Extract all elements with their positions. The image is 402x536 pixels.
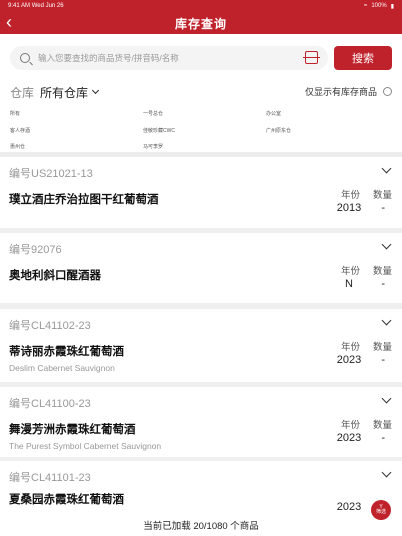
chevron-down-icon[interactable] [381, 393, 392, 404]
stock-only-label: 仅显示有库存商品 [304, 87, 377, 97]
radio-icon[interactable] [383, 87, 392, 96]
quantity-value: - [381, 354, 385, 366]
quantity-label: 数量 [372, 266, 392, 277]
year-value: 2023 [336, 432, 362, 444]
product-name: 夏桑园赤霞珠红葡萄酒 [9, 494, 124, 506]
product-card[interactable]: 编号US21021-13 璞立酒庄乔治拉图干红葡萄酒 年份 2013 数量 - [0, 157, 402, 228]
product-card[interactable]: 编号CL41100-23 舞漫芳洲赤霞珠红葡萄酒 The Purest Symb… [0, 387, 402, 457]
search-box[interactable] [10, 46, 328, 70]
year-label: 年份 [340, 342, 360, 353]
warehouse-option[interactable]: 客人存酒 [10, 127, 30, 134]
chevron-down-icon[interactable] [381, 239, 392, 250]
warehouse-option[interactable]: 办公室 [266, 110, 281, 117]
product-name: 蒂诗丽赤霞珠红葡萄酒 [9, 346, 124, 358]
product-card[interactable]: 编号CL41101-23 夏桑园赤霞珠红葡萄酒 2023 [0, 461, 402, 513]
battery-label: 100% [371, 3, 387, 9]
quantity-label: 数量 [372, 420, 392, 431]
search-panel: 搜索 仓库 所有仓库 仅显示有库存商品 所有 一号总仓 办公室 客人存酒 佳敏珍… [0, 34, 402, 152]
stock-only-toggle[interactable]: 仅显示有库存商品 [305, 85, 392, 98]
warehouse-option[interactable]: 所有 [10, 110, 20, 117]
product-name: 璞立酒庄乔治拉图干红葡萄酒 [9, 194, 159, 206]
search-button[interactable]: 搜索 [334, 46, 392, 70]
product-name-en: The Purest Symbol Cabernet Sauvignon [9, 441, 162, 451]
year-value: 2023 [336, 354, 362, 366]
page-title: 库存查询 [174, 16, 227, 31]
warehouse-selected: 所有仓库 [40, 85, 89, 100]
product-code: 编号CL41101-23 [9, 472, 91, 484]
load-status: 当前已加载 20/1080 个商品 [0, 513, 402, 536]
product-code: 编号92076 [9, 244, 62, 256]
chevron-down-icon[interactable] [381, 163, 392, 174]
year-value: N [345, 278, 353, 290]
quantity-label: 数量 [372, 342, 392, 353]
warehouse-option[interactable]: 佳敏珍藏CWC [143, 127, 175, 134]
back-arrow-icon[interactable]: ‹ [6, 13, 12, 31]
filter-label: 筛选 [375, 509, 386, 515]
quantity-label: 数量 [372, 190, 392, 201]
battery-icon: ▮ [390, 3, 394, 10]
status-time: 9:41 AM [8, 3, 31, 9]
search-icon [20, 53, 30, 63]
search-input[interactable] [38, 53, 288, 63]
status-date: Wed Jun 26 [31, 3, 64, 9]
product-card[interactable]: 编号CL41102-23 蒂诗丽赤霞珠红葡萄酒 Deslim Cabernet … [0, 309, 402, 382]
year-value: 2013 [336, 202, 362, 214]
quantity-value: - [381, 278, 385, 290]
warehouse-option[interactable]: 广州原东仓 [266, 127, 291, 134]
product-code: 编号CL41100-23 [9, 398, 91, 410]
wifi-icon: ≈ [364, 3, 368, 9]
search-row: 搜索 [10, 46, 392, 70]
chevron-down-icon [91, 86, 100, 95]
product-name: 舞漫芳洲赤霞珠红葡萄酒 [9, 424, 136, 436]
loaded-count-text: 当前已加载 20/1080 个商品 [143, 520, 259, 532]
product-code: 编号US21021-13 [9, 168, 93, 180]
quantity-value: - [381, 432, 385, 444]
product-name: 奥地利斜口醒酒器 [9, 270, 101, 282]
year-label: 年份 [340, 190, 360, 201]
warehouse-options: 所有 一号总仓 办公室 客人存酒 佳敏珍藏CWC 广州原东仓 惠州仓 马可李罗 [10, 110, 390, 150]
product-code: 编号CL41102-23 [9, 320, 91, 332]
nav-bar: ‹ 库存查询 [0, 12, 402, 34]
year-label: 年份 [340, 420, 360, 431]
chevron-down-icon[interactable] [381, 315, 392, 326]
product-name-en: Deslim Cabernet Sauvignon [9, 363, 115, 373]
quantity-value: - [381, 202, 385, 214]
warehouse-option[interactable]: 一号总仓 [143, 110, 163, 117]
status-bar: 9:41 AM Wed Jun 26 ≈ 100% ▮ [0, 0, 402, 12]
filter-button[interactable]: Y 筛选 [371, 500, 391, 520]
warehouse-label: 仓库 [10, 85, 35, 100]
warehouse-option[interactable]: 马可李罗 [143, 143, 163, 150]
chevron-down-icon[interactable] [381, 467, 392, 478]
product-card[interactable]: 编号92076 奥地利斜口醒酒器 年份 N 数量 - [0, 233, 402, 303]
warehouse-option[interactable]: 惠州仓 [10, 143, 25, 150]
warehouse-row: 仓库 所有仓库 仅显示有库存商品 [10, 84, 392, 100]
scan-icon[interactable] [303, 51, 320, 64]
year-label: 年份 [340, 266, 360, 277]
year-value: 2023 [336, 501, 362, 513]
warehouse-select[interactable]: 所有仓库 [40, 84, 100, 101]
